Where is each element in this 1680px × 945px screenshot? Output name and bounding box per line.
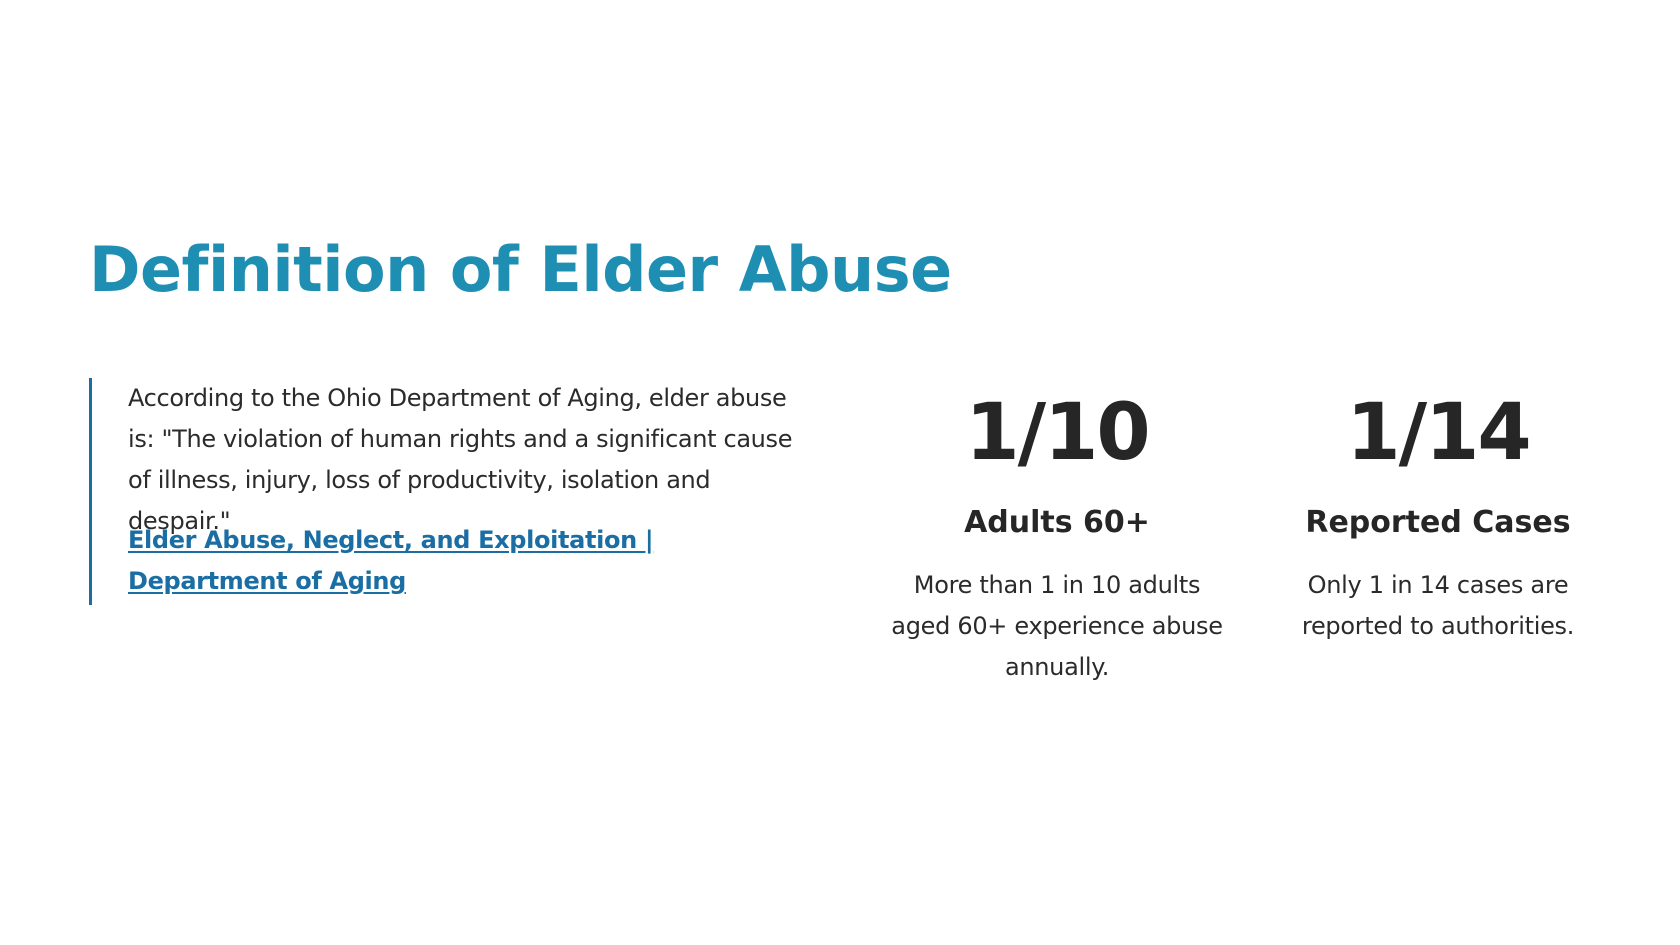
stat-number: 1/10 xyxy=(965,388,1150,478)
stat-number: 1/14 xyxy=(1346,388,1531,478)
stat-label: Reported Cases xyxy=(1305,505,1571,540)
definition-quote-block: According to the Ohio Department of Agin… xyxy=(89,378,809,605)
page-title: Definition of Elder Abuse xyxy=(89,233,952,306)
stat-adults-60: 1/10 Adults 60+ More than 1 in 10 adults… xyxy=(877,383,1237,688)
source-link[interactable]: Elder Abuse, Neglect, and Exploitation |… xyxy=(128,520,808,602)
stat-reported-cases: 1/14 Reported Cases Only 1 in 14 cases a… xyxy=(1258,383,1618,647)
stat-description: More than 1 in 10 adults aged 60+ experi… xyxy=(891,571,1223,681)
stat-description: Only 1 in 14 cases are reported to autho… xyxy=(1301,571,1575,640)
stat-label: Adults 60+ xyxy=(964,505,1150,540)
definition-quote-text: According to the Ohio Department of Agin… xyxy=(128,384,793,535)
